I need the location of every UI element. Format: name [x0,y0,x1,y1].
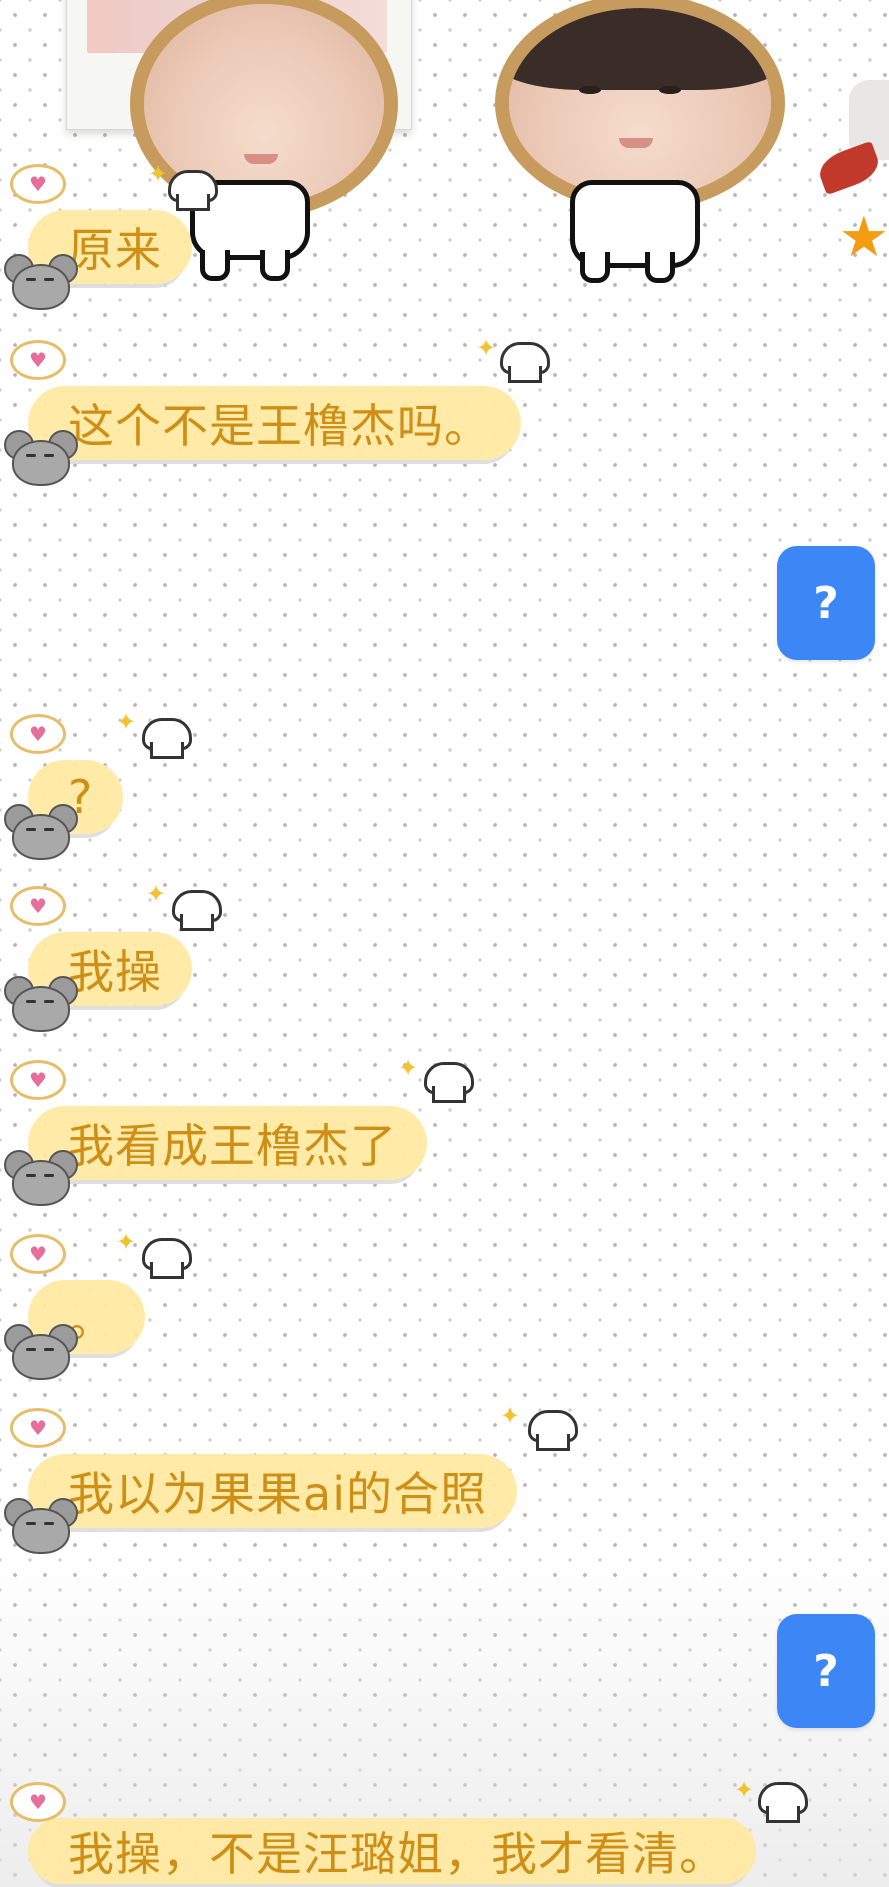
figure-leg [645,252,675,283]
mouse-eye [26,454,36,457]
mouse-eye [26,1174,36,1177]
mouse-head [12,1508,70,1554]
chef-hat-icon [142,718,192,759]
message-text: 我操 [68,945,162,999]
message-bubble[interactable]: 我以为果果ai的合照 [28,1454,517,1528]
heart-icon: ♥ [10,1782,66,1822]
mouse-eye [44,278,54,281]
mouse-head [12,440,70,486]
mouth [619,138,653,148]
mouse-avatar-icon [4,1322,78,1382]
hair [509,8,771,90]
message-text: 我以为果果ai的合照 [68,1467,487,1521]
heart-icon: ♥ [10,1234,66,1274]
chef-hat-band [766,1806,800,1823]
chef-hat-icon [142,1238,192,1279]
message-text: 这个不是王橹杰吗。 [68,399,491,453]
eye [579,86,601,94]
heart-icon: ♥ [10,1060,66,1100]
mouse-eye [26,828,36,831]
mouse-avatar-icon [4,974,78,1034]
sparkle-icon: ✦ [500,1402,521,1430]
star-icon: ★ [838,205,889,270]
message-text: 原来 [68,223,162,277]
question-button[interactable]: ? [777,1614,875,1728]
message-text: 我看成王橹杰了 [68,1119,397,1173]
mouse-eye [44,1174,54,1177]
mouth [244,154,278,164]
sparkle-icon: ✦ [398,1054,419,1082]
chef-hat-band [508,366,542,383]
message-bubble[interactable]: 我操，不是汪璐姐，我才看清。 [28,1818,756,1884]
figure-leg [200,250,230,281]
sparkle-icon: ✦ [116,708,137,736]
chef-hat-icon [424,1062,474,1103]
heart-icon: ♥ [10,886,66,926]
mouse-avatar-icon [4,1496,78,1556]
chef-hat-icon [528,1410,578,1451]
mouse-head [12,1160,70,1206]
sparkle-icon: ✦ [734,1776,755,1804]
chef-hat-band [150,742,184,759]
mouse-avatar-icon [4,252,78,312]
chef-hat-band [176,194,210,211]
sparkle-icon: ✦ [476,334,497,362]
mouse-eye [44,1522,54,1525]
message-bubble[interactable]: 这个不是王橹杰吗。 [28,386,521,460]
chef-hat-band [536,1434,570,1451]
question-button[interactable]: ? [777,546,875,660]
heart-icon: ♥ [10,1408,66,1448]
figure-leg [260,250,290,281]
chef-hat-icon [500,342,550,383]
mouse-head [12,814,70,860]
mouse-head [12,1334,70,1380]
mouse-avatar-icon [4,802,78,862]
mouse-eye [44,828,54,831]
figure-leg [580,252,610,283]
mouse-eye [26,278,36,281]
message-bubble[interactable]: 我看成王橹杰了 [28,1106,427,1180]
chef-hat-band [180,914,214,931]
heart-icon: ♥ [10,714,66,754]
sparkle-icon: ✦ [116,1228,137,1256]
mouse-head [12,986,70,1032]
chef-hat-icon [172,890,222,931]
mouse-eye [26,1522,36,1525]
heart-icon: ♥ [10,164,66,204]
wing-icon [814,140,884,196]
eye [659,86,681,94]
chef-hat-band [150,1262,184,1279]
character-figure-right [495,0,795,290]
heart-icon: ♥ [10,340,66,380]
side-decoration [814,40,889,196]
message-text: 我操，不是汪璐姐，我才看清。 [68,1827,726,1881]
mouse-head [12,264,70,310]
chef-hat-icon [758,1782,808,1823]
mouse-eye [44,1348,54,1351]
mouse-eye [26,1348,36,1351]
chef-hat-icon [168,170,218,211]
mouse-avatar-icon [4,1148,78,1208]
mouse-eye [44,454,54,457]
mouse-eye [44,1000,54,1003]
sparkle-icon: ✦ [148,160,169,188]
mouse-avatar-icon [4,428,78,488]
chef-hat-band [432,1086,466,1103]
mouse-eye [26,1000,36,1003]
sparkle-icon: ✦ [146,880,167,908]
